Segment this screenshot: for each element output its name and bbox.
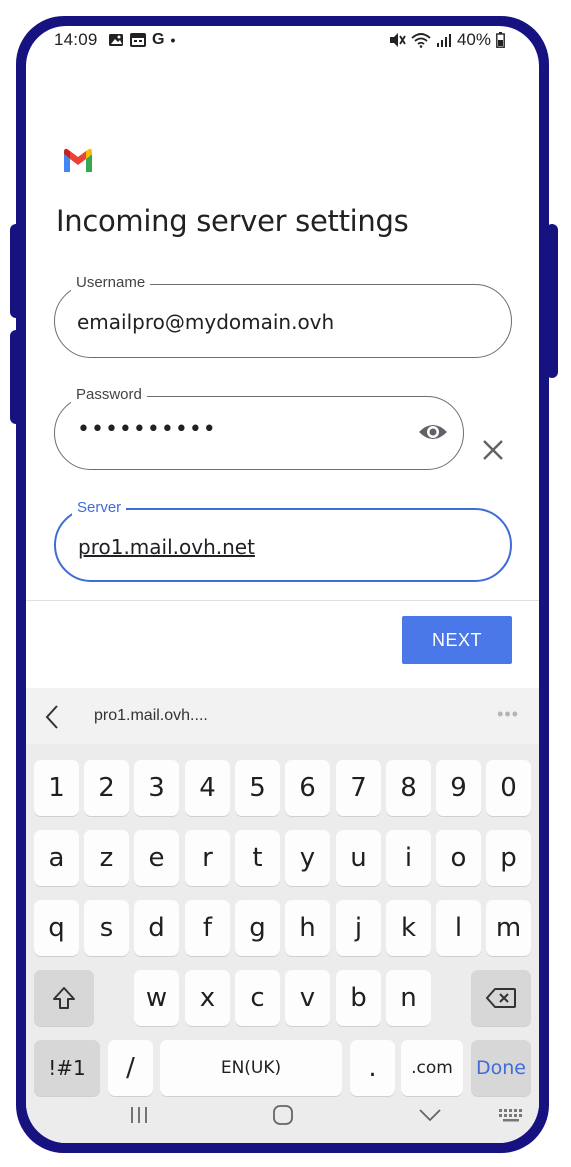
key-o[interactable]: o: [436, 830, 481, 886]
suggestion-text[interactable]: pro1.mail.ovh....: [94, 707, 208, 725]
backspace-key[interactable]: [471, 970, 531, 1026]
key-i[interactable]: i: [386, 830, 431, 886]
status-bar: 14:09 G • 40%: [26, 26, 539, 58]
key-f[interactable]: f: [185, 900, 230, 956]
server-field[interactable]: Server pro1.mail.ovh.net: [54, 499, 512, 582]
shift-key[interactable]: [34, 970, 94, 1026]
wifi-icon: [411, 33, 431, 48]
key-8[interactable]: 8: [386, 760, 431, 816]
key-p[interactable]: p: [486, 830, 531, 886]
key-2[interactable]: 2: [84, 760, 129, 816]
status-time: 14:09: [54, 30, 98, 49]
key-0[interactable]: 0: [486, 760, 531, 816]
key-c[interactable]: c: [235, 970, 280, 1026]
key-1[interactable]: 1: [34, 760, 79, 816]
chevron-down-icon[interactable]: [418, 1104, 442, 1126]
key-3[interactable]: 3: [134, 760, 179, 816]
slash-key[interactable]: /: [108, 1040, 153, 1096]
key-a[interactable]: a: [34, 830, 79, 886]
key-9[interactable]: 9: [436, 760, 481, 816]
key-q[interactable]: q: [34, 900, 79, 956]
gmail-logo-icon: [64, 148, 92, 172]
notification-icons: G •: [108, 30, 175, 50]
key-g[interactable]: g: [235, 900, 280, 956]
done-key[interactable]: Done: [471, 1040, 531, 1096]
backspace-icon: [486, 988, 516, 1008]
key-u[interactable]: u: [336, 830, 381, 886]
battery-percent: 40%: [456, 30, 491, 49]
key-y[interactable]: y: [285, 830, 330, 886]
page-title: Incoming server settings: [56, 204, 409, 238]
recent-apps-icon[interactable]: [128, 1104, 150, 1126]
phone-frame: 14:09 G • 40% Incoming server settings U…: [16, 16, 549, 1153]
key-v[interactable]: v: [285, 970, 330, 1026]
key-h[interactable]: h: [285, 900, 330, 956]
key-j[interactable]: j: [336, 900, 381, 956]
key-s[interactable]: s: [84, 900, 129, 956]
suggestion-bar: pro1.mail.ovh.... •••: [26, 688, 539, 744]
dot-key[interactable]: .: [350, 1040, 395, 1096]
key-r[interactable]: r: [185, 830, 230, 886]
server-label: Server: [72, 499, 127, 517]
password-label: Password: [71, 386, 147, 404]
key-6[interactable]: 6: [285, 760, 330, 816]
key-5[interactable]: 5: [235, 760, 280, 816]
username-label: Username: [71, 274, 151, 292]
key-b[interactable]: b: [336, 970, 381, 1026]
keyboard-icon[interactable]: [498, 1104, 524, 1126]
dot-icon: •: [170, 32, 176, 48]
key-m[interactable]: m: [486, 900, 531, 956]
mute-icon: [389, 33, 406, 47]
divider: [26, 600, 539, 601]
key-w[interactable]: w: [134, 970, 179, 1026]
screen: 14:09 G • 40% Incoming server settings U…: [26, 26, 539, 1143]
key-4[interactable]: 4: [185, 760, 230, 816]
symbols-key[interactable]: !#1: [34, 1040, 100, 1096]
google-icon: G: [152, 31, 165, 48]
keyboard: pro1.mail.ovh.... ••• 1 2 3 4 5 6 7 8 9 …: [26, 688, 539, 1143]
chevron-left-icon[interactable]: [44, 704, 60, 730]
password-value: ••••••••••: [77, 417, 217, 442]
dotcom-key[interactable]: .com: [401, 1040, 463, 1096]
show-password-eye-icon[interactable]: [417, 419, 449, 445]
shift-icon: [53, 987, 75, 1009]
signal-icon: [436, 34, 451, 47]
home-icon[interactable]: [272, 1104, 294, 1126]
key-k[interactable]: k: [386, 900, 431, 956]
next-button[interactable]: NEXT: [402, 616, 512, 664]
key-d[interactable]: d: [134, 900, 179, 956]
clear-password-close-icon[interactable]: [481, 438, 505, 462]
system-icons: 40%: [388, 30, 505, 50]
key-e[interactable]: e: [134, 830, 179, 886]
calendar-icon: [130, 33, 146, 47]
space-key[interactable]: EN(UK): [160, 1040, 342, 1096]
password-field[interactable]: Password ••••••••••: [54, 386, 464, 470]
username-value: emailpro@mydomain.ovh: [77, 310, 335, 334]
key-x[interactable]: x: [185, 970, 230, 1026]
key-z[interactable]: z: [84, 830, 129, 886]
username-field[interactable]: Username emailpro@mydomain.ovh: [54, 274, 512, 358]
key-7[interactable]: 7: [336, 760, 381, 816]
server-value: pro1.mail.ovh.net: [78, 535, 255, 559]
image-icon: [109, 34, 123, 46]
battery-icon: [496, 32, 505, 48]
more-options-icon[interactable]: •••: [497, 704, 519, 725]
key-t[interactable]: t: [235, 830, 280, 886]
key-l[interactable]: l: [436, 900, 481, 956]
key-n[interactable]: n: [386, 970, 431, 1026]
navigation-bar: [26, 1092, 539, 1143]
